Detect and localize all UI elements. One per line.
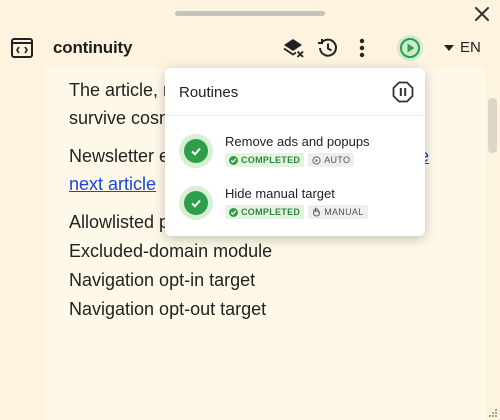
scrollbar[interactable] xyxy=(485,68,500,420)
layers-off-button[interactable] xyxy=(282,36,306,60)
pause-octagon-icon xyxy=(392,81,414,103)
routines-dropdown: Routines Remove ads and popups COMPLETED… xyxy=(165,68,425,236)
scrollbar-thumb[interactable] xyxy=(488,98,497,153)
check-small-icon xyxy=(229,155,238,165)
article-line: Navigation opt-in target xyxy=(69,270,256,290)
sidepanel: continuity EN The article, r survive cos… xyxy=(0,0,500,420)
article-line: Excluded-domain module xyxy=(69,241,273,261)
pause-routines-button[interactable] xyxy=(392,81,414,103)
reader-mode-icon[interactable] xyxy=(10,37,34,59)
status-badge: COMPLETED xyxy=(225,153,305,167)
language-label: EN xyxy=(460,39,481,56)
history-icon xyxy=(318,38,337,57)
routine-status-ring xyxy=(179,186,213,220)
history-button[interactable] xyxy=(316,36,340,60)
drag-handle[interactable] xyxy=(175,11,325,16)
caret-down-icon xyxy=(444,44,454,51)
routine-name: Remove ads and popups xyxy=(225,134,370,149)
more-menu-button[interactable] xyxy=(350,36,374,60)
close-button[interactable] xyxy=(470,3,494,25)
routines-header: Routines xyxy=(165,68,425,116)
hand-icon xyxy=(313,207,321,217)
mode-badge: MANUAL xyxy=(308,205,368,219)
page-title: continuity xyxy=(53,38,133,57)
routine-item[interactable]: Remove ads and popups COMPLETED AUTO xyxy=(165,134,425,184)
mode-badge: AUTO xyxy=(308,153,355,167)
check-icon xyxy=(184,139,208,163)
run-routines-button[interactable] xyxy=(397,35,423,61)
next-article-link-continued[interactable]: next article xyxy=(69,174,156,194)
panel-top-strip xyxy=(0,0,500,28)
routine-badges: COMPLETED AUTO xyxy=(225,153,355,167)
routine-item[interactable]: Hide manual target COMPLETED MANUAL xyxy=(165,186,425,236)
toolbar: continuity EN xyxy=(0,28,500,68)
status-badge: COMPLETED xyxy=(225,205,305,219)
article-line: Navigation opt-out target xyxy=(69,299,267,319)
more-vert-icon xyxy=(359,38,365,58)
routines-title: Routines xyxy=(179,84,239,101)
play-circle-icon xyxy=(400,38,420,58)
routine-name: Hide manual target xyxy=(225,186,335,201)
routine-status-ring xyxy=(179,134,213,168)
close-icon xyxy=(475,7,489,21)
layers-off-icon xyxy=(283,39,304,58)
check-icon xyxy=(184,191,208,215)
resize-grip-icon[interactable] xyxy=(488,408,498,418)
routine-badges: COMPLETED MANUAL xyxy=(225,205,368,219)
language-selector[interactable]: EN xyxy=(444,39,481,56)
auto-icon xyxy=(312,155,321,165)
check-small-icon xyxy=(229,207,238,217)
